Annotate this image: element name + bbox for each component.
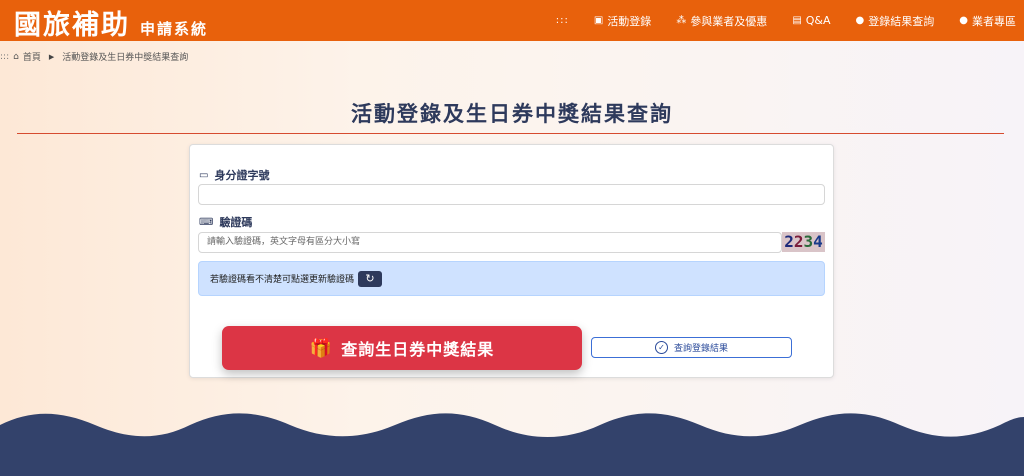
query-birthday-voucher-button[interactable]: 🎁 查詢生日券中獎結果 — [222, 326, 582, 370]
nav-item-label: 活動登錄 — [607, 14, 652, 28]
refresh-captcha-button[interactable]: ↻ — [358, 270, 383, 287]
menu-dots[interactable]: ::: — [556, 15, 569, 26]
id-card-icon: ▭ — [199, 169, 209, 181]
id-field-label: ▭ 身分證字號 — [199, 167, 269, 183]
footer-wave-decoration — [0, 413, 1024, 476]
main-nav: ::: ▣ 活動登錄 ⁂ 參與業者及優惠 ▤ Q&A ● 登錄結果查詢 ● 業者… — [556, 0, 1016, 41]
nav-item-shops[interactable]: ⁂ 參與業者及優惠 — [676, 13, 767, 29]
query-registration-button[interactable]: ✓ 查詢登錄結果 — [591, 337, 792, 358]
query-form-card: ▭ 身分證字號 ⌨ 驗證碼 請輸入驗證碼，英文字母有區分大小寫 2234 若驗證… — [189, 144, 834, 378]
captcha-label-text: 驗證碼 — [219, 216, 253, 229]
captcha-image: 2234 — [782, 232, 825, 252]
shops-icon: ⁂ — [676, 15, 687, 26]
nav-item-label: 業者專區 — [972, 14, 1016, 28]
nav-item-vendor[interactable]: ● 業者專區 — [959, 13, 1016, 29]
home-icon[interactable]: ⌂ — [13, 52, 19, 62]
breadcrumb-current: 活動登錄及生日券中獎結果查詢 — [62, 53, 189, 63]
id-number-input[interactable] — [198, 184, 825, 205]
user-icon: ● — [959, 15, 968, 26]
refresh-icon: ↻ — [365, 272, 375, 285]
captcha-char: 4 — [813, 232, 823, 251]
gift-icon: 🎁 — [309, 337, 334, 359]
chevron-right-icon: ▶ — [48, 52, 55, 61]
captcha-hint-alert: 若驗證碼看不清楚可點選更新驗證碼 ↻ — [198, 261, 825, 296]
captcha-char: 2 — [793, 232, 804, 251]
nav-item-register[interactable]: ▣ 活動登錄 — [594, 13, 651, 29]
search-icon: ● — [855, 15, 865, 26]
register-icon: ▣ — [593, 15, 604, 26]
captcha-char: 3 — [803, 232, 814, 251]
title-divider — [17, 133, 1004, 134]
check-circle-icon: ✓ — [654, 341, 668, 354]
breadcrumb-home[interactable]: 首頁 — [23, 50, 41, 63]
id-label-text: 身分證字號 — [214, 169, 270, 182]
page-title: 活動登錄及生日券中獎結果查詢 — [351, 102, 673, 126]
nav-item-label: 參與業者及優惠 — [690, 14, 768, 28]
captcha-field-label: ⌨ 驗證碼 — [199, 214, 252, 230]
nav-item-label: 登錄結果查詢 — [868, 14, 935, 28]
secondary-button-label: 查詢登錄結果 — [673, 344, 728, 354]
site-logo[interactable]: 國旅補助 申請系統 — [14, 3, 208, 42]
captcha-hint-text: 若驗證碼看不清楚可點選更新驗證碼 — [210, 275, 355, 285]
primary-button-label: 查詢生日券中獎結果 — [341, 340, 495, 359]
nav-item-faq[interactable]: ▤ Q&A — [792, 14, 830, 27]
breadcrumb-dots: ::: — [0, 51, 10, 62]
nav-item-result-query[interactable]: ● 登錄結果查詢 — [856, 13, 935, 29]
logo-subtitle: 申請系統 — [140, 20, 209, 38]
faq-icon: ▤ — [792, 15, 802, 26]
captcha-char: 2 — [784, 232, 794, 251]
top-navbar: 國旅補助 申請系統 ::: ▣ 活動登錄 ⁂ 參與業者及優惠 ▤ Q&A ● 登… — [0, 0, 1024, 41]
captcha-input[interactable]: 請輸入驗證碼，英文字母有區分大小寫 — [198, 232, 782, 253]
keyboard-icon: ⌨ — [199, 216, 214, 228]
nav-item-label: Q&A — [805, 14, 831, 27]
breadcrumb: ::: ⌂ 首頁 ▶ 活動登錄及生日券中獎結果查詢 — [0, 50, 189, 64]
logo-title: 國旅補助 — [14, 10, 130, 41]
